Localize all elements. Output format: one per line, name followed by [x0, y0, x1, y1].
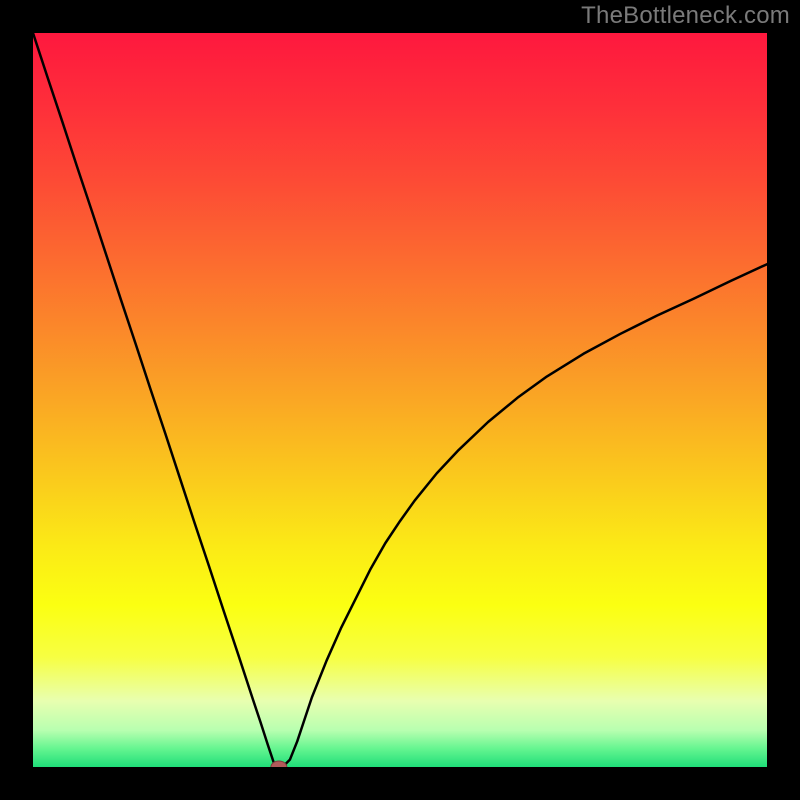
chart-frame: TheBottleneck.com [0, 0, 800, 800]
plot-area [33, 33, 767, 767]
plot-svg [33, 33, 767, 767]
gradient-background [33, 33, 767, 767]
watermark-text: TheBottleneck.com [581, 2, 790, 30]
